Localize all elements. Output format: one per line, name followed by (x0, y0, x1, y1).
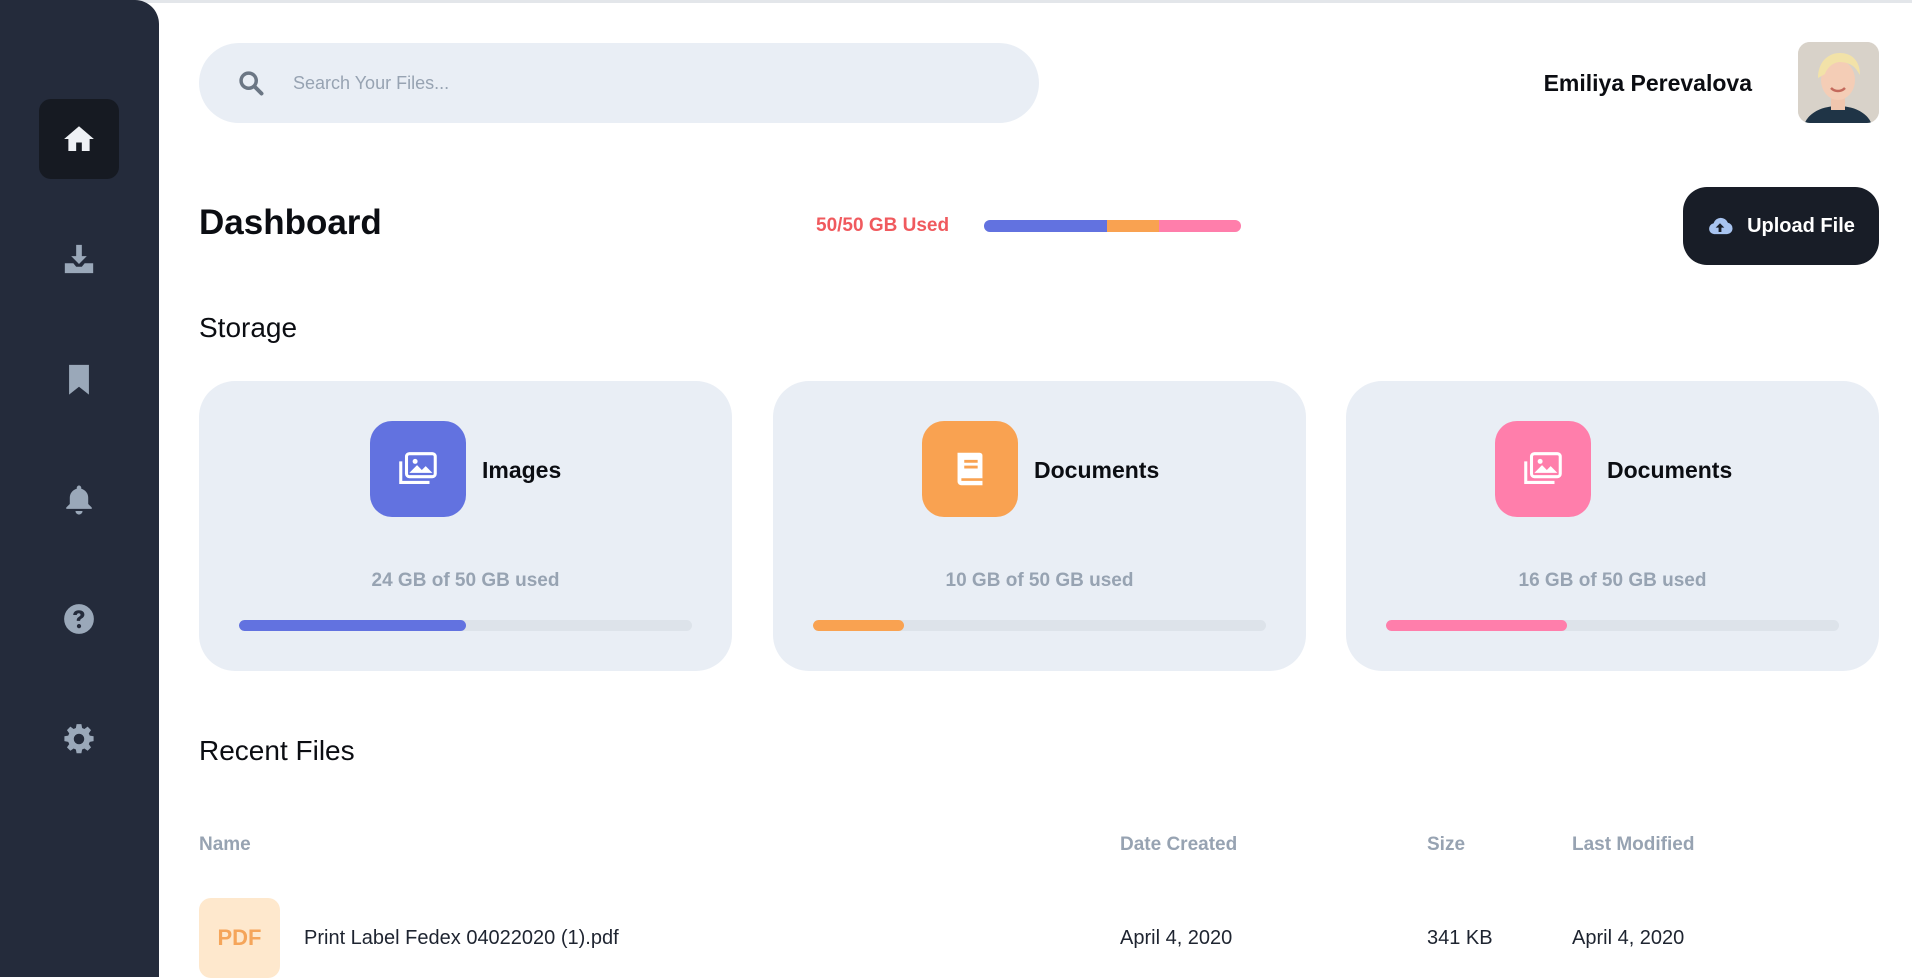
gear-icon (64, 724, 94, 754)
column-header-date-created[interactable]: Date Created (1120, 834, 1237, 856)
storage-card-progress (813, 620, 1266, 631)
usage-segment-0 (984, 220, 1108, 232)
search-icon[interactable] (237, 69, 265, 97)
sidebar-item-downloads[interactable] (39, 219, 119, 299)
top-border (0, 0, 1912, 3)
storage-section-title: Storage (199, 312, 298, 343)
sidebar-item-bookmarks[interactable] (39, 339, 119, 419)
sidebar-item-help[interactable] (39, 579, 119, 659)
images-icon (370, 421, 466, 517)
sidebar-item-home[interactable] (39, 99, 119, 179)
column-header-last-modified[interactable]: Last Modified (1572, 834, 1694, 856)
storage-card-documents-2[interactable]: Documents 16 GB of 50 GB used (1346, 381, 1879, 671)
search-bar (199, 43, 1039, 123)
progress-fill (1386, 620, 1568, 631)
cloud-upload-icon (1709, 217, 1733, 235)
page-title: Dashboard (199, 203, 382, 242)
storage-card-name: Documents (1034, 457, 1160, 483)
storage-card-progress (239, 620, 692, 631)
user-avatar[interactable] (1798, 42, 1879, 123)
upload-file-button[interactable]: Upload File (1683, 187, 1879, 265)
storage-card-name: Documents (1607, 457, 1733, 483)
download-icon (64, 244, 94, 274)
images-icon (1495, 421, 1591, 517)
usage-segment-2 (1158, 220, 1241, 232)
progress-fill (813, 620, 904, 631)
file-last-modified: April 4, 2020 (1572, 927, 1685, 949)
bookmark-icon (69, 364, 89, 395)
storage-card-documents[interactable]: Documents 10 GB of 50 GB used (773, 381, 1306, 671)
storage-card-usage: 24 GB of 50 GB used (371, 570, 560, 591)
file-name[interactable]: Print Label Fedex 04022020 (1).pdf (304, 927, 619, 950)
usage-segment-1 (1107, 220, 1159, 232)
storage-card-usage: 10 GB of 50 GB used (945, 570, 1134, 591)
file-size: 341 KB (1427, 927, 1493, 949)
recent-files-title: Recent Files (199, 735, 355, 766)
home-icon (64, 126, 94, 152)
question-circle-icon (64, 604, 94, 634)
avatar-photo (1798, 42, 1879, 123)
search-input[interactable] (293, 63, 993, 103)
sidebar (0, 0, 159, 977)
storage-usage-bar (984, 220, 1241, 232)
sidebar-item-settings[interactable] (39, 699, 119, 779)
bell-icon (66, 485, 92, 515)
storage-usage-label: 50/50 GB Used (816, 215, 950, 236)
column-header-size[interactable]: Size (1427, 834, 1465, 856)
column-header-name[interactable]: Name (199, 834, 251, 856)
progress-fill (239, 620, 466, 631)
storage-card-name: Images (482, 457, 562, 483)
storage-card-images[interactable]: Images 24 GB of 50 GB used (199, 381, 732, 671)
sidebar-item-notifications[interactable] (39, 459, 119, 539)
file-date-created: April 4, 2020 (1120, 927, 1233, 949)
storage-card-usage: 16 GB of 50 GB used (1518, 570, 1707, 591)
pdf-file-icon: PDF (199, 898, 280, 978)
table-row[interactable]: PDF Print Label Fedex 04022020 (1).pdf A… (199, 898, 1879, 978)
book-icon (922, 421, 1018, 517)
upload-file-label: Upload File (1747, 214, 1855, 237)
user-name: Emiliya Perevalova (1543, 70, 1752, 96)
storage-card-progress (1386, 620, 1839, 631)
